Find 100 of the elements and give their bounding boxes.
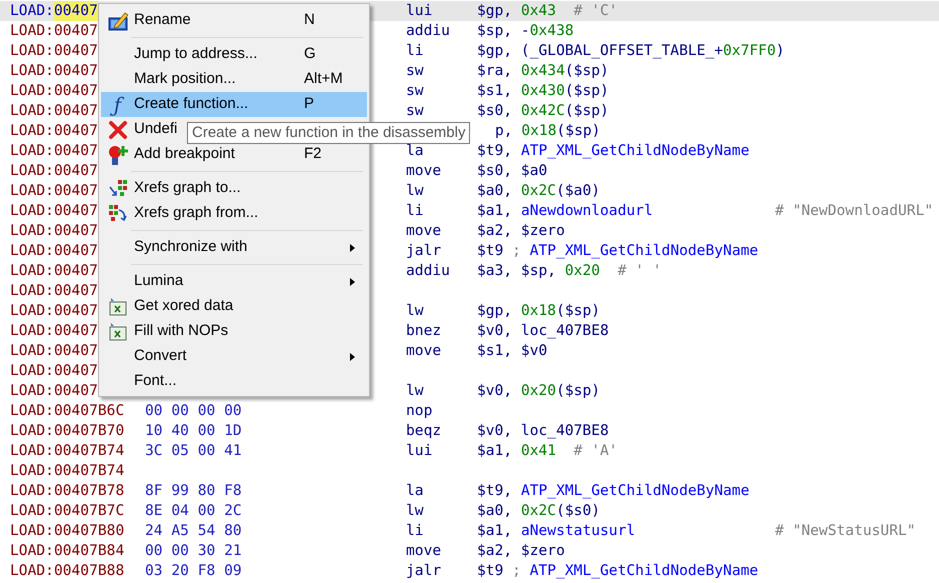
menu-item[interactable]: Jump to address... G — [101, 42, 367, 67]
pencil-icon — [108, 10, 128, 30]
menu-item[interactable]: Xrefs graph from... — [101, 201, 367, 226]
mnemonic: move — [406, 221, 442, 241]
operands: $t9, ATP_XML_GetChildNodeByName — [477, 141, 750, 161]
mnemonic: move — [406, 161, 442, 181]
mnemonic: jalr — [406, 241, 442, 261]
menu-item[interactable]: Rename N — [101, 8, 367, 33]
segment-label: LOAD: — [10, 561, 54, 581]
operands: $a0, 0x2C($s0) — [477, 501, 600, 521]
menu-item[interactable]: Fill with NOPs — [101, 319, 367, 344]
operands: $a1, aNewdownloadurl — [477, 201, 653, 221]
menu-item[interactable]: Convert — [101, 344, 367, 369]
address-text: 00407B6C — [54, 401, 124, 421]
address-text: 00407 — [54, 241, 98, 261]
menu-item[interactable]: Add breakpoint F2 — [101, 142, 367, 167]
address-text: 00407 — [54, 321, 98, 341]
menu-item[interactable]: Mark position... Alt+M — [101, 67, 367, 92]
menu-item[interactable]: Get xored data — [101, 294, 367, 319]
segment-label: LOAD: — [10, 21, 54, 41]
segment-label: LOAD: — [10, 381, 54, 401]
segment-label: LOAD: — [10, 281, 54, 301]
opcode-bytes: 8E 04 00 2C — [145, 501, 242, 521]
menu-item[interactable]: ƒ Create function... P — [101, 92, 367, 117]
segment-label: LOAD: — [10, 141, 54, 161]
address-text: 00407 — [54, 161, 98, 181]
segment-label: LOAD: — [10, 341, 54, 361]
segment-label: LOAD: — [10, 1, 54, 21]
segment-label: LOAD: — [10, 61, 54, 81]
mnemonic: move — [406, 341, 442, 361]
mnemonic: nop — [406, 401, 432, 421]
operands: $a1, aNewstatusurl — [477, 521, 636, 541]
mnemonic: la — [406, 481, 424, 501]
segment-label: LOAD: — [10, 461, 54, 481]
segment-label: LOAD: — [10, 221, 54, 241]
menu-item[interactable]: Xrefs graph to... — [101, 176, 367, 201]
address-text: 00407 — [54, 141, 98, 161]
segment-label: LOAD: — [10, 181, 54, 201]
address-text: 00407 — [54, 301, 98, 321]
opcode-bytes: 10 40 00 1D — [145, 421, 242, 441]
operands: $a2, $zero — [477, 541, 565, 561]
operands: $t9 ; ATP_XML_GetChildNodeByName — [477, 561, 758, 581]
operands: $a2, $zero — [477, 221, 565, 241]
address-text: 00407 — [54, 201, 98, 221]
graph-icon — [108, 204, 128, 224]
operands: $s1, $v0 — [477, 341, 548, 361]
segment-label: LOAD: — [10, 301, 54, 321]
opcode-bytes: 03 20 F8 09 — [145, 561, 242, 581]
address-text: 00407B74 — [54, 441, 124, 461]
mnemonic: lui — [406, 1, 432, 21]
menu-item[interactable]: Font... — [101, 369, 367, 394]
address-text: 00407 — [54, 121, 98, 141]
tooltip: Create a new function in the disassembly — [187, 122, 470, 144]
comment: # "NewDownloadURL" — [775, 201, 934, 221]
mnemonic: beqz — [406, 421, 442, 441]
comment: # "NewStatusURL" — [775, 521, 916, 541]
segment-label: LOAD: — [10, 261, 54, 281]
segment-label: LOAD: — [10, 541, 54, 561]
mnemonic: lw — [406, 381, 424, 401]
address-text: 00407 — [54, 181, 98, 201]
address-text: 00407B7C — [54, 501, 124, 521]
segment-label: LOAD: — [10, 201, 54, 221]
menu-item[interactable]: Lumina — [101, 269, 367, 294]
address-text: 00407 — [54, 221, 98, 241]
mnemonic: lw — [406, 301, 424, 321]
operands: $v0, loc_407BE8 — [477, 321, 609, 341]
menu-item[interactable]: Synchronize with — [101, 235, 367, 260]
segment-label: LOAD: — [10, 101, 54, 121]
address-text: 00407 — [54, 281, 98, 301]
mnemonic: lui — [406, 441, 432, 461]
operands: $a0, 0x2C($a0) — [477, 181, 600, 201]
segment-label: LOAD: — [10, 41, 54, 61]
address-text: 00407B84 — [54, 541, 124, 561]
opcode-bytes: 3C 05 00 41 — [145, 441, 242, 461]
operands: $a1, 0x41 # 'A' — [477, 441, 618, 461]
operands: $s0, 0x42C($sp) — [477, 101, 609, 121]
mnemonic: li — [406, 201, 424, 221]
mnemonic: sw — [406, 101, 424, 121]
operands: $v0, 0x20($sp) — [477, 381, 600, 401]
address-text: 00407 — [54, 21, 98, 41]
operands: $gp, 0x18($sp) — [477, 301, 600, 321]
operands: $s0, $a0 — [477, 161, 548, 181]
segment-label: LOAD: — [10, 321, 54, 341]
mnemonic: addiu — [406, 21, 450, 41]
segment-label: LOAD: — [10, 421, 54, 441]
operands: p, 0x18($sp) — [495, 121, 600, 141]
segment-label: LOAD: — [10, 361, 54, 381]
mnemonic: addiu — [406, 261, 450, 281]
segment-label: LOAD: — [10, 501, 54, 521]
mnemonic: la — [406, 141, 424, 161]
address-text: 00407 — [54, 1, 98, 21]
address-text: 00407 — [54, 81, 98, 101]
mnemonic: move — [406, 541, 442, 561]
submenu-arrow-icon — [350, 352, 355, 360]
mnemonic: sw — [406, 81, 424, 101]
segment-label: LOAD: — [10, 441, 54, 461]
operands: $t9 ; ATP_XML_GetChildNodeByName — [477, 241, 758, 261]
segment-label: LOAD: — [10, 241, 54, 261]
segment-label: LOAD: — [10, 161, 54, 181]
address-text: 00407B70 — [54, 421, 124, 441]
